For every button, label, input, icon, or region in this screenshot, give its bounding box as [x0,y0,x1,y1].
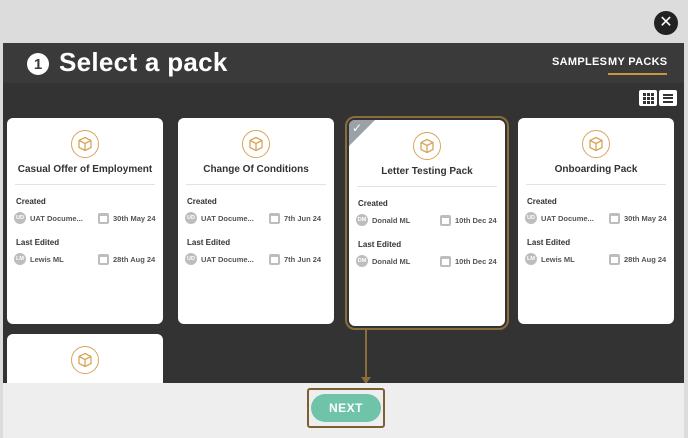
last-edited-label: Last Edited [16,238,60,247]
created-by: UAT Docume... [30,213,83,223]
created-label: Created [527,197,557,206]
edited-date: 10th Dec 24 [455,256,497,266]
created-by: UAT Docume... [541,213,594,223]
list-view-icon [663,92,673,104]
edited-by: Lewis ML [30,254,64,264]
calendar-icon [269,253,280,265]
package-icon [582,130,610,158]
calendar-icon [609,253,620,265]
created-date: 10th Dec 24 [455,215,497,225]
card-title: Change Of Conditions [203,164,309,175]
package-icon [413,132,441,160]
edited-date: 28th Aug 24 [624,254,667,264]
avatar: LM [14,253,26,265]
avatar: DM [356,214,368,226]
created-by: Donald ML [372,215,411,225]
calendar-icon [440,214,451,226]
created-label: Created [187,197,217,206]
created-row: UD UAT Docume... 30th May 24 [14,211,157,225]
page-title: Select a pack [59,47,228,77]
created-date: 30th May 24 [624,213,667,223]
annotation-arrow [365,328,367,383]
edited-row: DM Donald ML 10th Dec 24 [356,254,499,268]
tab-samples[interactable]: SAMPLES [552,56,607,68]
avatar: UD [185,212,197,224]
avatar: UD [525,212,537,224]
edited-date: 28th Aug 24 [113,254,156,264]
avatar: DM [356,255,368,267]
avatar: UD [185,253,197,265]
calendar-icon [98,253,109,265]
modal-header: 1 Select a pack SAMPLES MY PACKS [3,43,684,83]
pack-card-casual-offer[interactable]: Casual Offer of Employment Created UD UA… [7,118,163,324]
pack-card-onboarding[interactable]: Onboarding Pack Created UD UAT Docume...… [518,118,674,324]
package-icon [71,130,99,158]
edited-by: UAT Docume... [201,254,254,264]
last-edited-label: Last Edited [358,240,402,249]
package-icon [71,346,99,374]
next-button-highlight: NEXT [307,388,385,428]
checkmark-icon: ✓ [352,121,363,135]
package-icon [242,130,270,158]
calendar-icon [98,212,109,224]
close-button[interactable]: ✕ [654,11,678,35]
created-row: UD UAT Docume... 30th May 24 [525,211,668,225]
created-row: UD UAT Docume... 7th Jun 24 [185,211,328,225]
tab-my-packs[interactable]: MY PACKS [608,56,668,75]
step-number-badge: 1 [27,53,49,75]
calendar-icon [609,212,620,224]
created-row: DM Donald ML 10th Dec 24 [356,213,499,227]
edited-by: Donald ML [372,256,411,266]
avatar: LM [525,253,537,265]
avatar: UD [14,212,26,224]
created-by: UAT Docume... [201,213,254,223]
pack-card-change-of-conditions[interactable]: Change Of Conditions Created UD UAT Docu… [178,118,334,324]
grid-view-button[interactable] [639,90,657,106]
card-title: Onboarding Pack [554,164,638,175]
edited-by: Lewis ML [541,254,575,264]
calendar-icon [269,212,280,224]
next-button[interactable]: NEXT [311,394,381,422]
close-icon: ✕ [659,14,673,31]
created-date: 7th Jun 24 [284,213,322,223]
edited-row: LM Lewis ML 28th Aug 24 [525,252,668,266]
edited-row: UD UAT Docume... 7th Jun 24 [185,252,328,266]
created-date: 30th May 24 [113,213,156,223]
modal-footer: NEXT [3,383,684,438]
created-label: Created [16,197,46,206]
grid-view-icon [642,92,654,104]
list-view-button[interactable] [659,90,677,106]
select-pack-modal: 1 Select a pack SAMPLES MY PACKS Casual … [3,43,684,438]
last-edited-label: Last Edited [187,238,231,247]
edited-date: 7th Jun 24 [284,254,322,264]
last-edited-label: Last Edited [527,238,571,247]
card-divider [526,184,666,185]
pack-card-letter-testing[interactable]: ✓ Letter Testing Pack Created DM Donald … [345,116,509,330]
card-title: Casual Offer of Employment [17,164,153,175]
card-divider [15,184,155,185]
card-divider [186,184,326,185]
created-label: Created [358,199,388,208]
card-title: Letter Testing Pack [381,166,473,177]
card-divider [357,186,497,187]
edited-row: LM Lewis ML 28th Aug 24 [14,252,157,266]
calendar-icon [440,255,451,267]
